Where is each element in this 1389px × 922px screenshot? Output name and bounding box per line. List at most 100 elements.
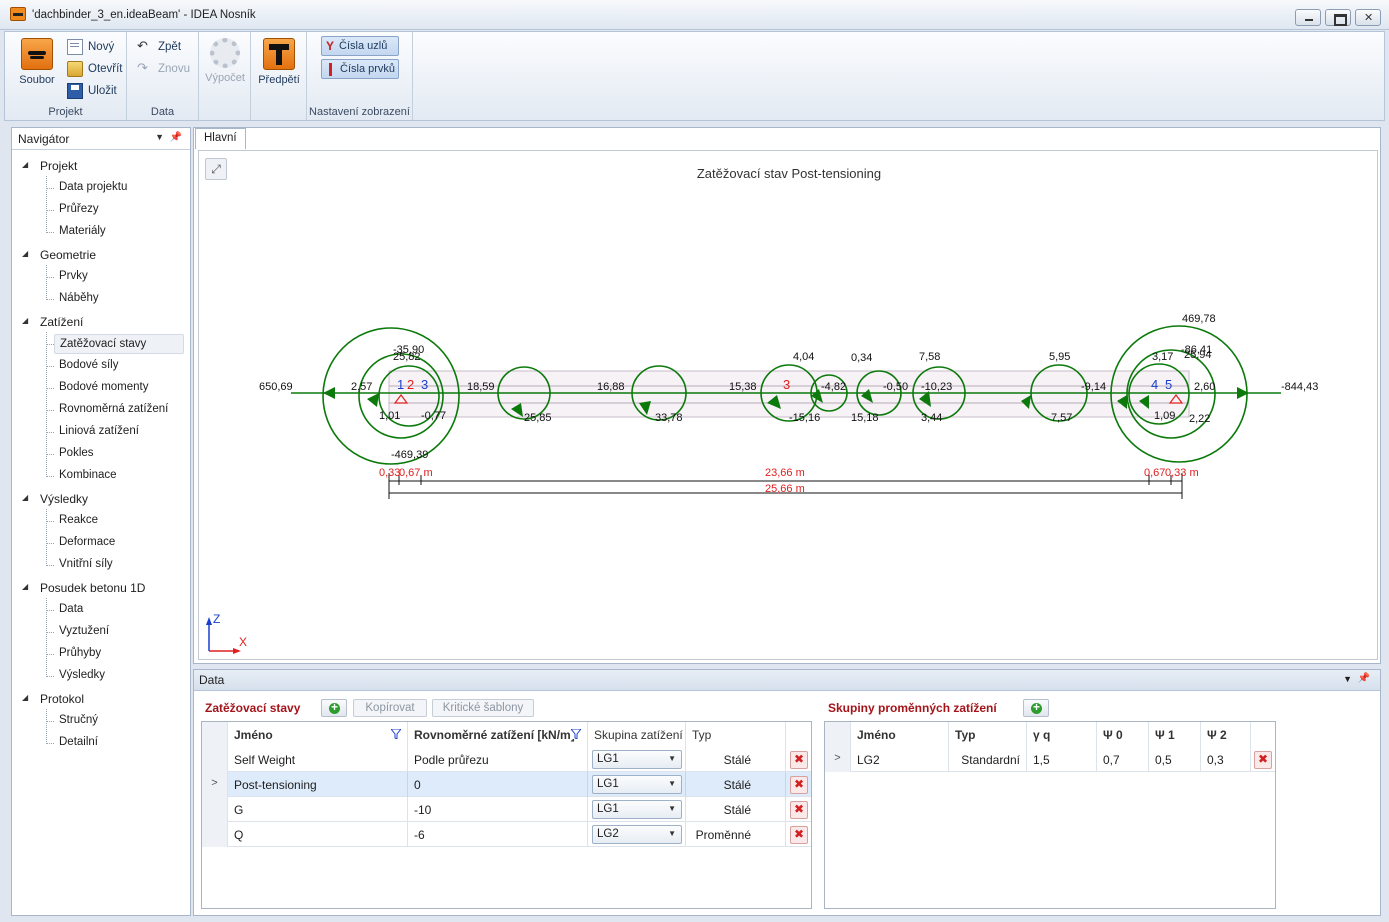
expand-arrow-icon[interactable]: ◢ [22,693,28,702]
tree-child-4-1[interactable]: Vyztužení [54,622,184,642]
row-indicator[interactable]: > [202,772,228,797]
table-row[interactable]: > LG2 Standardní 1,5 0,7 0,5 0,3 [825,747,1275,772]
tree-child-0-1[interactable]: Průřezy [54,200,184,220]
ulozit-button[interactable]: Uložit [67,81,117,101]
expand-arrow-icon[interactable]: ◢ [22,493,28,502]
vg-cell-type[interactable]: Standardní [949,747,1027,772]
cisla-prvku-toggle[interactable]: Čísla prvků [321,59,399,79]
tree-child-1-1[interactable]: Náběhy [54,289,184,309]
copy-button[interactable]: Kopírovat [353,699,427,717]
tree-child-2-2[interactable]: Bodové momenty [54,378,184,398]
structure-canvas[interactable]: ⤢ Zatěžovací stav Post-tensioning 1 2 3 … [198,150,1378,660]
tree-child-2-0[interactable]: Zatěžovací stavy [54,334,184,354]
expand-arrow-icon[interactable]: ◢ [22,316,28,325]
navigator-dropdown-icon[interactable]: ▼ [155,132,164,142]
tree-child-4-3[interactable]: Výsledky [54,666,184,686]
vg-cell-gq[interactable]: 1,5 [1027,747,1097,772]
cisla-uzlu-toggle[interactable]: Y Čísla uzlů [321,36,399,56]
soubor-button[interactable]: Soubor [11,38,63,86]
cell-name[interactable]: Self Weight [228,747,408,772]
group-select[interactable]: LG1 ▼ [592,800,682,819]
group-select[interactable]: LG1 ▼ [592,775,682,794]
vg-cell-p0[interactable]: 0,7 [1097,747,1149,772]
delete-icon[interactable] [790,801,808,819]
vg-col-jmeno[interactable]: Jméno [851,722,949,747]
delete-icon[interactable] [790,751,808,769]
vypocet-button[interactable]: Výpočet [203,38,247,84]
cell-load[interactable]: -10 [408,797,588,822]
tree-child-1-0[interactable]: Prvky [54,267,184,287]
tree-child-4-2[interactable]: Průhyby [54,644,184,664]
vg-col-p1[interactable]: Ψ 1 [1149,722,1201,747]
expand-arrow-icon[interactable]: ◢ [22,582,28,591]
table-row[interactable]: Q -6 LG2 ▼ Proměnné [202,822,811,847]
col-jmeno[interactable]: Jméno [228,722,408,747]
filter-icon[interactable] [571,729,581,739]
row-indicator[interactable] [202,747,228,772]
vg-col-p0[interactable]: Ψ 0 [1097,722,1149,747]
table-row[interactable]: G -10 LG1 ▼ Stálé [202,797,811,822]
minimize-button[interactable] [1295,9,1321,26]
critical-templates-button[interactable]: Kritické šablony [432,699,534,717]
vg-cell-name[interactable]: LG2 [851,747,949,772]
cell-name[interactable]: G [228,797,408,822]
tab-hlavni[interactable]: Hlavní [195,128,246,149]
table-row[interactable]: Self Weight Podle průřezu LG1 ▼ Stálé [202,747,811,772]
vg-col-typ[interactable]: Typ [949,722,1027,747]
col-typ[interactable]: Typ [686,722,786,747]
pin-icon[interactable]: 📌 [170,132,182,143]
novy-button[interactable]: Nový [67,37,114,57]
row-indicator[interactable]: > [825,747,851,772]
maximize-button[interactable] [1325,9,1351,26]
vg-col-p2[interactable]: Ψ 2 [1201,722,1251,747]
vg-col-gq[interactable]: γ q [1027,722,1097,747]
add-variable-group-button[interactable] [1023,699,1049,717]
tree-node-4[interactable]: ◢ Posudek betonu 1D [12,578,188,598]
tree-child-2-3[interactable]: Rovnoměrná zatížení [54,400,184,420]
row-indicator[interactable] [202,797,228,822]
cell-load[interactable]: 0 [408,772,588,797]
add-load-case-button[interactable] [321,699,347,717]
tree-node-5[interactable]: ◢ Protokol [12,689,188,709]
cell-load[interactable]: -6 [408,822,588,847]
group-select[interactable]: LG2 ▼ [592,825,682,844]
expand-arrow-icon[interactable]: ◢ [22,160,28,169]
tree-child-4-0[interactable]: Data [54,600,184,620]
delete-icon[interactable] [790,826,808,844]
cell-name[interactable]: Q [228,822,408,847]
tree-child-2-6[interactable]: Kombinace [54,466,184,486]
close-button[interactable] [1355,9,1381,26]
tree-child-3-0[interactable]: Reakce [54,511,184,531]
data-dropdown-icon[interactable]: ▼ [1343,674,1352,684]
table-row[interactable]: > Post-tensioning 0 LG1 ▼ Stálé [202,772,811,797]
row-indicator[interactable] [202,822,228,847]
tree-child-0-0[interactable]: Data projektu [54,178,184,198]
tree-node-1[interactable]: ◢ Geometrie [12,245,188,265]
expand-arrow-icon[interactable]: ◢ [22,249,28,258]
tree-child-0-2[interactable]: Materiály [54,222,184,242]
otevrit-button[interactable]: Otevřít [67,59,123,79]
zpet-button[interactable]: ↶ Zpět [137,37,181,57]
col-skupina[interactable]: Skupina zatížení [588,722,686,747]
data-pin-icon[interactable]: 📌 [1358,673,1370,684]
tree-node-3[interactable]: ◢ Výsledky [12,489,188,509]
tree-node-2[interactable]: ◢ Zatížení [12,312,188,332]
vg-cell-p1[interactable]: 0,5 [1149,747,1201,772]
tree-child-5-1[interactable]: Detailní [54,733,184,753]
cell-load[interactable]: Podle průřezu [408,747,588,772]
filter-icon[interactable] [391,729,401,739]
tree-child-3-2[interactable]: Vnitřní síly [54,555,184,575]
tree-child-2-1[interactable]: Bodové síly [54,356,184,376]
vg-cell-p2[interactable]: 0,3 [1201,747,1251,772]
cell-name[interactable]: Post-tensioning [228,772,408,797]
tree-child-5-0[interactable]: Stručný [54,711,184,731]
delete-icon[interactable] [1254,751,1272,769]
col-rovnomerne[interactable]: Rovnoměrné zatížení [kN/m] [408,722,588,747]
delete-icon[interactable] [790,776,808,794]
group-select[interactable]: LG1 ▼ [592,750,682,769]
tree-child-2-4[interactable]: Liniová zatížení [54,422,184,442]
tree-child-2-5[interactable]: Pokles [54,444,184,464]
tree-child-3-1[interactable]: Deformace [54,533,184,553]
tree-node-0[interactable]: ◢ Projekt [12,156,188,176]
znovu-button[interactable]: ↷ Znovu [137,59,190,79]
